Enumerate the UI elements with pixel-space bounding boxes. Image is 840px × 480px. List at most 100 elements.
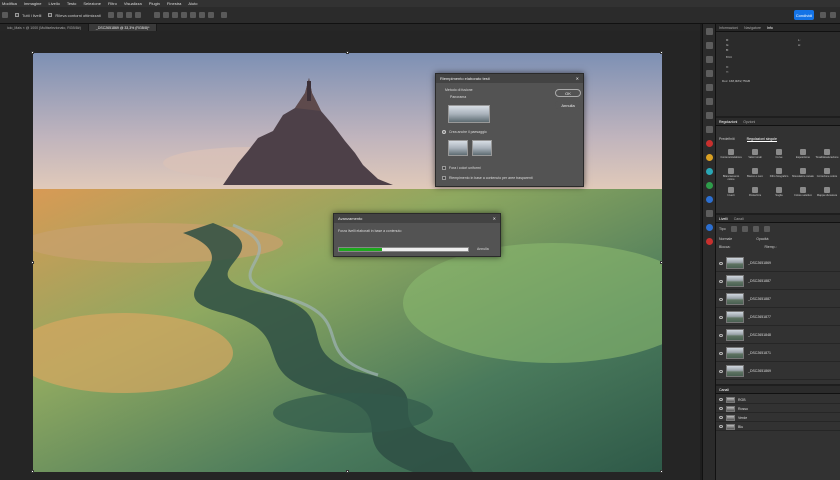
mode-new-icon[interactable] bbox=[107, 12, 114, 18]
transform-handle[interactable] bbox=[660, 51, 663, 54]
close-icon[interactable]: ✕ bbox=[576, 76, 579, 81]
mode-subtract-icon[interactable] bbox=[125, 12, 132, 18]
menu-immagine[interactable]: Immagine bbox=[24, 1, 42, 6]
align-left-icon[interactable] bbox=[153, 12, 160, 18]
align-center-icon[interactable] bbox=[162, 12, 169, 18]
filter-pixel-icon[interactable] bbox=[730, 226, 737, 232]
menu-plugin[interactable]: Plugin bbox=[149, 1, 160, 6]
menu-aiuto[interactable]: Aiuto bbox=[188, 1, 197, 6]
filter-type[interactable]: Tipo bbox=[719, 227, 726, 231]
radio-landscape[interactable] bbox=[442, 130, 446, 134]
menu-testo[interactable]: Testo bbox=[67, 1, 77, 6]
gear-icon[interactable] bbox=[220, 12, 227, 18]
plugin-green-icon[interactable] bbox=[705, 182, 713, 189]
layer-row[interactable]: _DSC2651887 bbox=[716, 291, 840, 308]
tab-info[interactable]: Info bbox=[767, 26, 773, 30]
menu-filtro[interactable]: Filtro bbox=[108, 1, 117, 6]
adjust-icon[interactable] bbox=[705, 112, 713, 119]
channel-row[interactable]: Rosso bbox=[716, 405, 840, 413]
filter-adjust-icon[interactable] bbox=[741, 226, 748, 232]
adj-soglia[interactable]: Soglia bbox=[767, 187, 791, 204]
close-icon[interactable]: ✕ bbox=[493, 216, 496, 221]
menu-livello[interactable]: Livello bbox=[48, 1, 59, 6]
filter-text-icon[interactable] bbox=[752, 226, 759, 232]
layer-row[interactable]: _DSC2651877 bbox=[716, 309, 840, 326]
transform-handle[interactable] bbox=[346, 470, 349, 473]
sample-all-checkbox[interactable] bbox=[15, 13, 19, 17]
eye-icon[interactable] bbox=[719, 416, 723, 419]
adj-curve[interactable]: Curve bbox=[767, 149, 791, 166]
adj-correzione[interactable]: Correzione colore bbox=[815, 168, 839, 185]
transform-handle[interactable] bbox=[660, 470, 663, 473]
distribute-icon[interactable] bbox=[207, 12, 214, 18]
transform-handle[interactable] bbox=[31, 470, 34, 473]
align-top-icon[interactable] bbox=[180, 12, 187, 18]
adj-contenuto[interactable]: Contenuto/elabora bbox=[719, 149, 743, 166]
adj-filtro-foto[interactable]: Filtro fotografico bbox=[767, 168, 791, 185]
history-icon[interactable] bbox=[705, 28, 713, 35]
brush-icon[interactable] bbox=[705, 56, 713, 63]
adj-miscelatore[interactable]: Miscelatore canale bbox=[791, 168, 815, 185]
tab-document-2[interactable]: _DSC2651869 @ 33,3% (RGB/8)* bbox=[88, 24, 158, 31]
eye-icon[interactable] bbox=[719, 425, 723, 428]
paragraph-icon[interactable] bbox=[705, 84, 713, 91]
plugin-gray-icon[interactable] bbox=[705, 210, 713, 217]
mode-add-icon[interactable] bbox=[116, 12, 123, 18]
transform-handle[interactable] bbox=[346, 51, 349, 54]
layer-row[interactable]: _DSC2651869 bbox=[716, 363, 840, 380]
fill-option-panorama[interactable]: Panorama bbox=[450, 95, 466, 99]
adj-inverti[interactable]: Inverti bbox=[719, 187, 743, 204]
tab-regolazioni[interactable]: Regolazioni bbox=[719, 120, 737, 124]
align-bottom-icon[interactable] bbox=[198, 12, 205, 18]
layer-row[interactable]: _DSC2651887 bbox=[716, 273, 840, 290]
adj-tonalita[interactable]: Tonalità/saturazione bbox=[815, 149, 839, 166]
filter-shape-icon[interactable] bbox=[763, 226, 770, 232]
transform-handle[interactable] bbox=[31, 261, 34, 264]
eye-icon[interactable] bbox=[719, 369, 723, 373]
fill-option-landscape-row[interactable]: Crea anche il paesaggio bbox=[442, 130, 487, 134]
move-tool-icon[interactable] bbox=[2, 12, 8, 18]
tab-document-1[interactable]: ioio_Mais × @ 1000 (Multiselezionato, RG… bbox=[0, 24, 89, 31]
channel-row[interactable]: Blu bbox=[716, 423, 840, 431]
tab-canali-bottom[interactable]: Canali bbox=[719, 388, 729, 392]
plugin-red2-icon[interactable] bbox=[705, 238, 713, 245]
adj-bilanciamento[interactable]: Bilanciamento colore bbox=[719, 168, 743, 185]
tab-canali[interactable]: Canali bbox=[734, 217, 744, 221]
workspace-icon[interactable] bbox=[830, 12, 836, 18]
search-icon[interactable] bbox=[820, 12, 826, 18]
mode-intersect-icon[interactable] bbox=[134, 12, 141, 18]
adj-mappa-sfumatura[interactable]: Mappa sfumatura bbox=[815, 187, 839, 204]
adj-colore-selettivo[interactable]: Colore selettivo bbox=[791, 187, 815, 204]
tab-navigatore[interactable]: Navigatore bbox=[744, 26, 761, 30]
layers-icon[interactable] bbox=[705, 98, 713, 105]
eye-icon[interactable] bbox=[719, 351, 723, 355]
plugin-orange-icon[interactable] bbox=[705, 154, 713, 161]
tab-livelli[interactable]: Livelli bbox=[719, 217, 728, 221]
eye-icon[interactable] bbox=[719, 261, 723, 265]
cancel-button[interactable]: Annulla bbox=[555, 101, 581, 109]
channel-row[interactable]: Verde bbox=[716, 414, 840, 422]
eye-icon[interactable] bbox=[719, 407, 723, 410]
blend-mode-select[interactable]: Normale bbox=[719, 237, 732, 241]
subtab-predefiniti[interactable]: Predefiniti bbox=[719, 137, 735, 142]
eye-icon[interactable] bbox=[719, 333, 723, 337]
align-right-icon[interactable] bbox=[171, 12, 178, 18]
eye-icon[interactable] bbox=[719, 279, 723, 283]
menu-finestra[interactable]: Finestra bbox=[167, 1, 181, 6]
subtab-regolazioni-singole[interactable]: Regolazioni singole bbox=[746, 137, 777, 142]
menu-modifica[interactable]: Modifica bbox=[2, 1, 17, 6]
layer-row[interactable]: _DSC2651848 bbox=[716, 327, 840, 344]
eye-icon[interactable] bbox=[719, 297, 723, 301]
plugin-red-icon[interactable] bbox=[705, 140, 713, 147]
channel-row[interactable]: RGB bbox=[716, 396, 840, 404]
layer-row[interactable]: _DSC2651869 bbox=[716, 255, 840, 272]
ok-button[interactable]: OK bbox=[555, 89, 581, 97]
align-middle-icon[interactable] bbox=[189, 12, 196, 18]
checkbox-transparent[interactable] bbox=[442, 176, 446, 180]
progress-cancel-button[interactable]: Annulla bbox=[477, 247, 489, 251]
tab-opzioni[interactable]: Opzioni bbox=[743, 120, 755, 124]
eye-icon[interactable] bbox=[719, 398, 723, 401]
layer-row[interactable]: _DSC2651871 bbox=[716, 345, 840, 362]
share-button[interactable]: Condividi bbox=[794, 10, 814, 20]
plugin-blue-icon[interactable] bbox=[705, 196, 713, 203]
